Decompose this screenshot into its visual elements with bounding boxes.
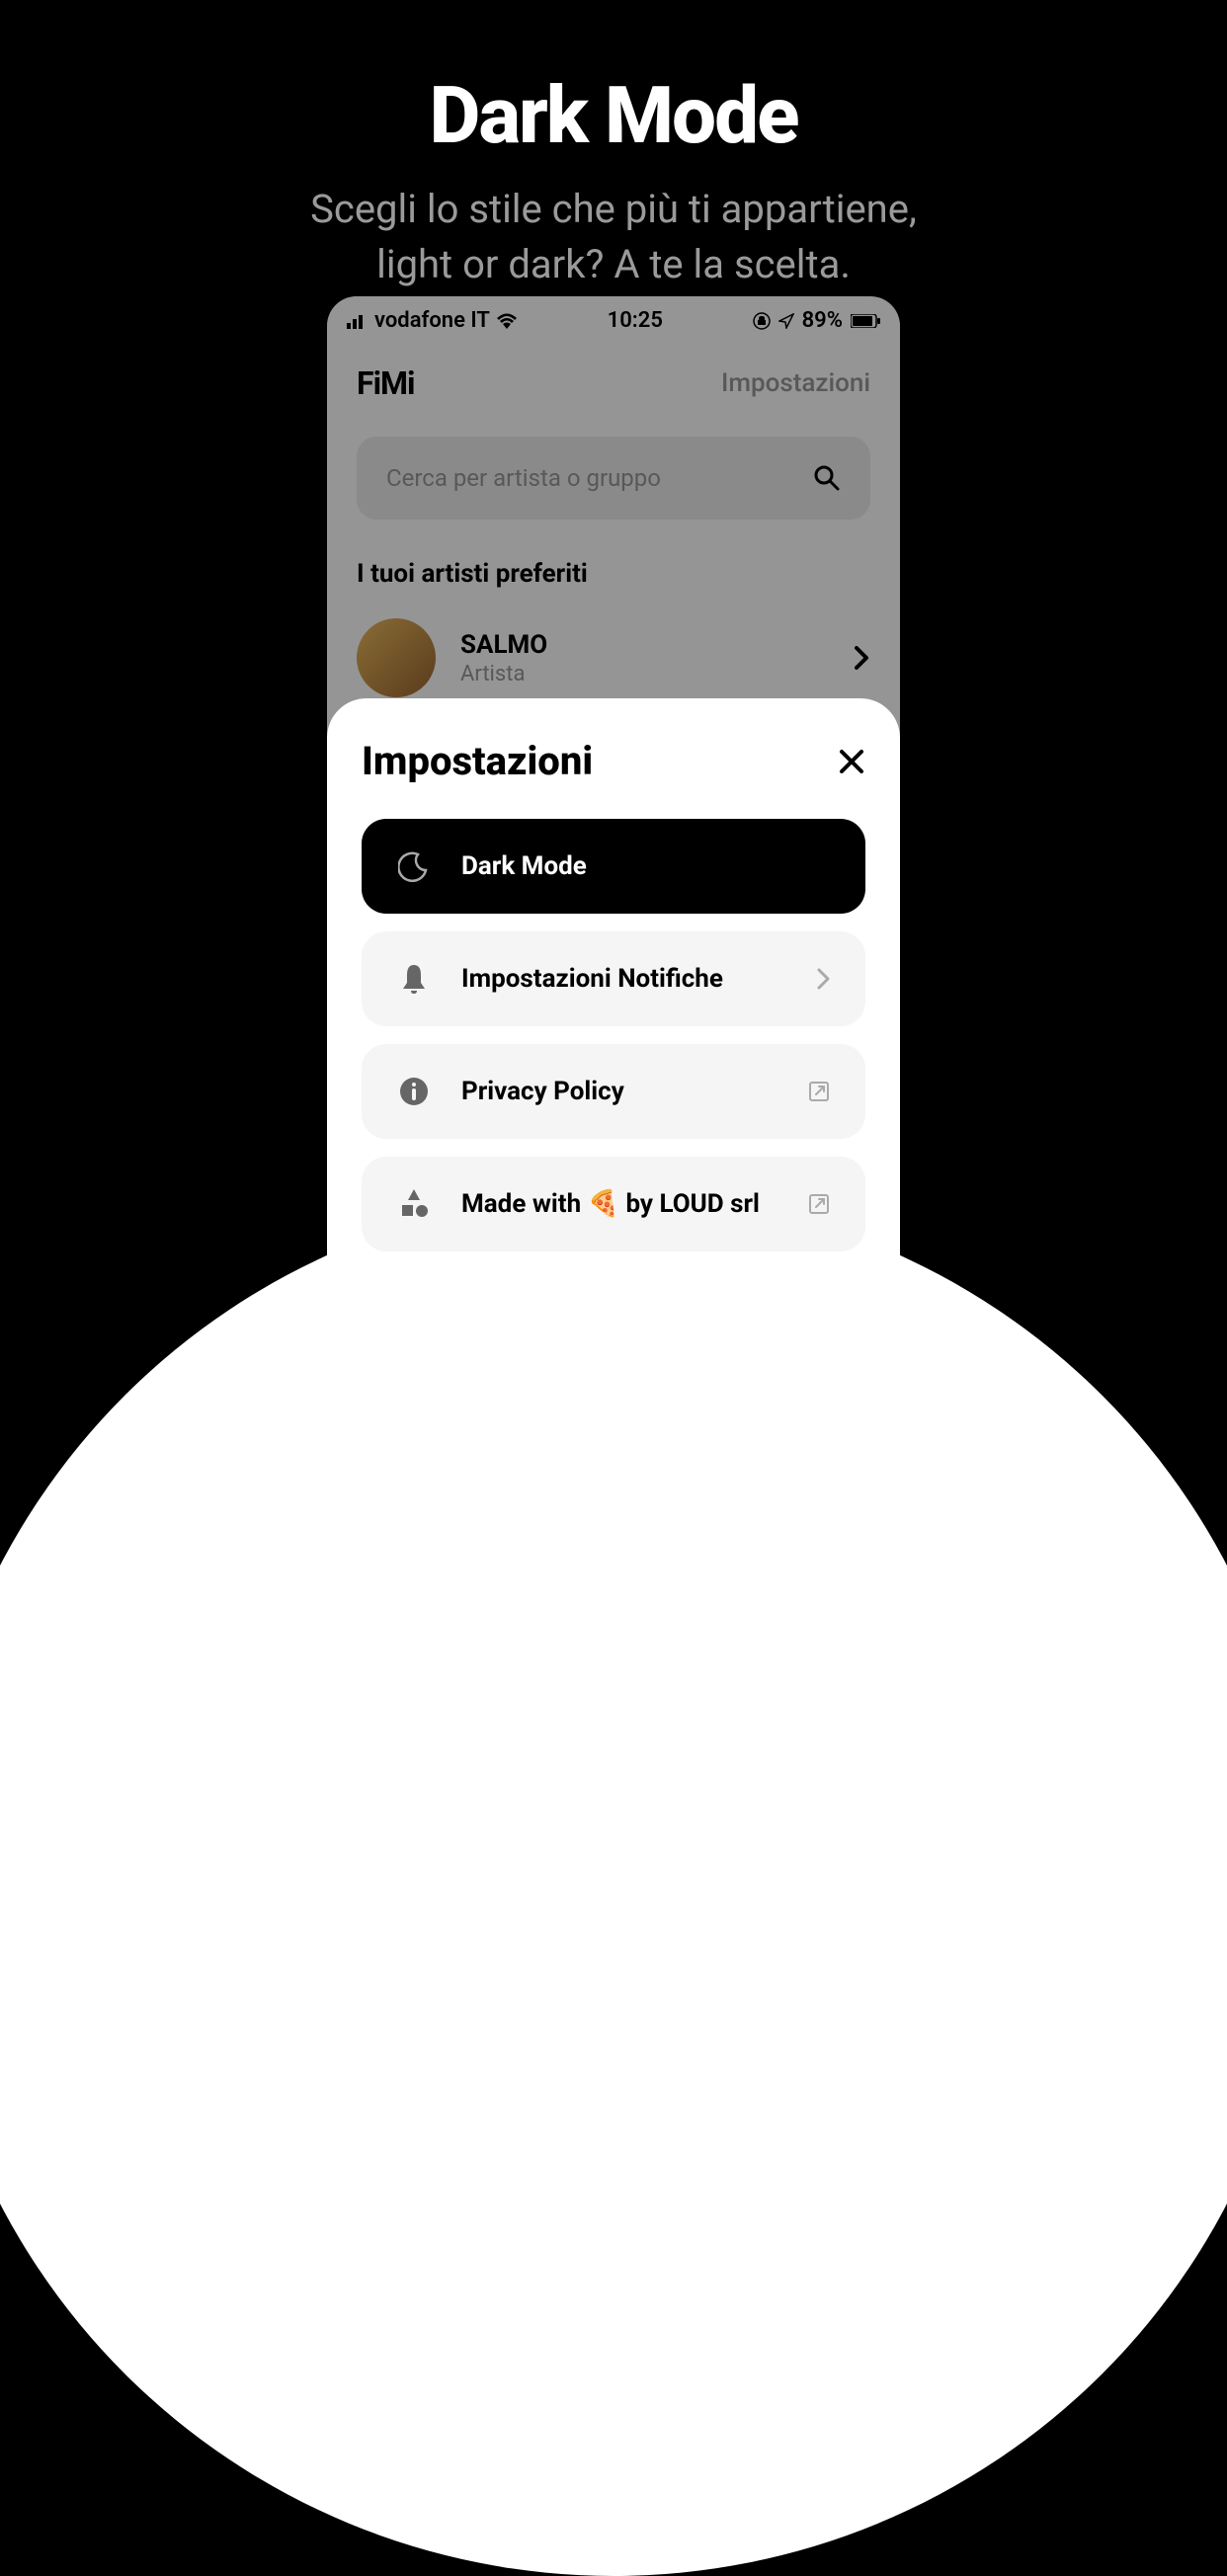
moon-icon	[396, 848, 432, 884]
external-link-icon	[807, 1080, 831, 1103]
setting-credits[interactable]: Made with 🍕 by LOUD srl	[362, 1157, 865, 1251]
promo-title: Dark Mode	[0, 69, 1227, 162]
sheet-header: Impostazioni	[362, 738, 865, 784]
orientation-lock-icon	[753, 312, 771, 330]
battery-icon	[851, 314, 880, 328]
wifi-icon	[496, 313, 518, 329]
promo-header: Dark Mode Scegli lo stile che più ti app…	[0, 0, 1227, 292]
location-icon	[778, 313, 794, 329]
close-button[interactable]	[838, 748, 865, 775]
settings-bottom-sheet: Impostazioni Dark Mode Impostazioni Noti…	[327, 698, 900, 1319]
search-placeholder: Cerca per artista o gruppo	[386, 464, 661, 492]
setting-label: Impostazioni Notifiche	[461, 964, 787, 994]
search-icon	[813, 464, 841, 492]
artist-name: SALMO	[460, 630, 830, 660]
artist-avatar	[357, 618, 436, 697]
info-icon	[396, 1074, 432, 1109]
status-right: 89%	[753, 308, 880, 333]
external-link-icon	[807, 1192, 831, 1216]
favorites-section-title: I tuoi artisti preferiti	[327, 544, 900, 604]
artist-type: Artista	[460, 662, 830, 686]
status-bar: vodafone IT 10:25 89%	[327, 296, 900, 345]
background-circle	[0, 1193, 1227, 2576]
setting-dark-mode[interactable]: Dark Mode	[362, 819, 865, 914]
battery-percent: 89%	[802, 308, 843, 333]
artist-info: SALMO Artista	[460, 630, 830, 686]
setting-label: Privacy Policy	[461, 1077, 777, 1106]
setting-label: Dark Mode	[461, 851, 831, 881]
carrier-name: vodafone IT	[374, 308, 490, 333]
chevron-right-icon	[817, 968, 831, 990]
setting-notifications[interactable]: Impostazioni Notifiche	[362, 931, 865, 1026]
settings-link[interactable]: Impostazioni	[721, 368, 870, 398]
chevron-right-icon	[855, 646, 870, 670]
artist-row[interactable]: SALMO Artista	[327, 604, 900, 712]
phone-frame: vodafone IT 10:25 89% FiMi Impostazioni …	[327, 296, 900, 1319]
promo-subtitle: Scegli lo stile che più ti appartiene, l…	[0, 182, 1227, 292]
status-left: vodafone IT	[347, 308, 518, 333]
app-logo: FiMi	[357, 364, 415, 402]
setting-privacy[interactable]: Privacy Policy	[362, 1044, 865, 1139]
bell-icon	[396, 961, 432, 997]
shapes-icon	[396, 1186, 432, 1222]
sheet-title: Impostazioni	[362, 738, 593, 784]
status-time: 10:25	[608, 308, 663, 333]
search-box[interactable]: Cerca per artista o gruppo	[357, 437, 870, 520]
setting-label: Made with 🍕 by LOUD srl	[461, 1189, 777, 1219]
app-header: FiMi Impostazioni	[327, 345, 900, 412]
signal-icon	[347, 313, 368, 329]
